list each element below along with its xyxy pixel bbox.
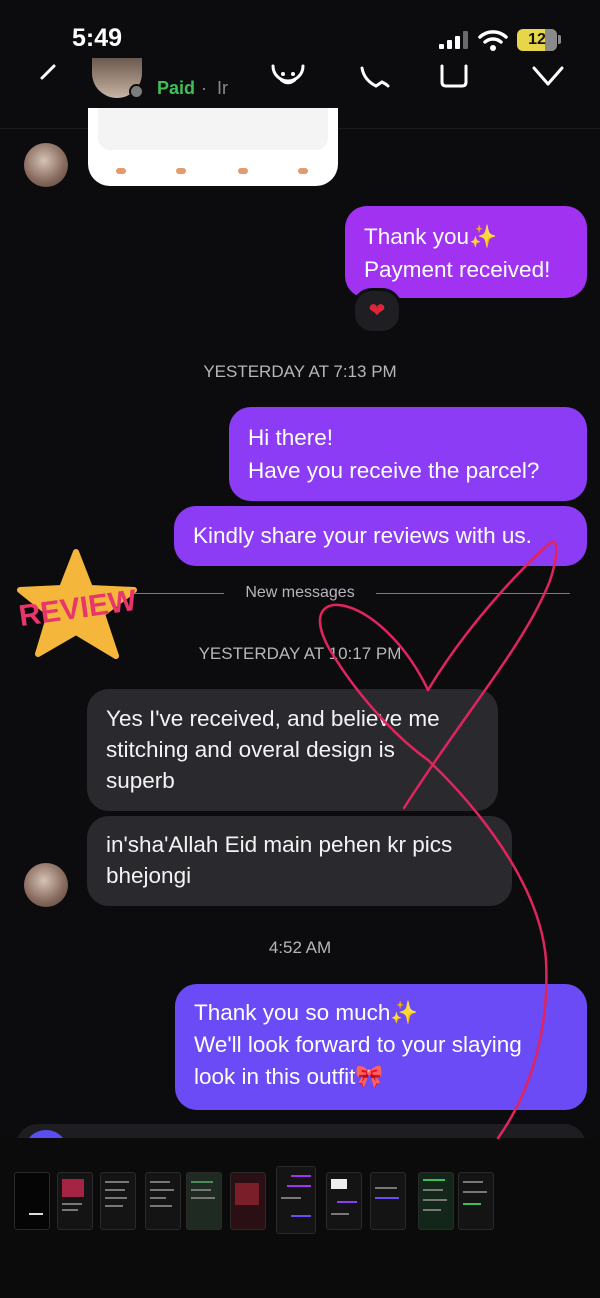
review-star-sticker: REVIEW bbox=[17, 549, 139, 659]
battery-level: 12 bbox=[528, 31, 546, 48]
